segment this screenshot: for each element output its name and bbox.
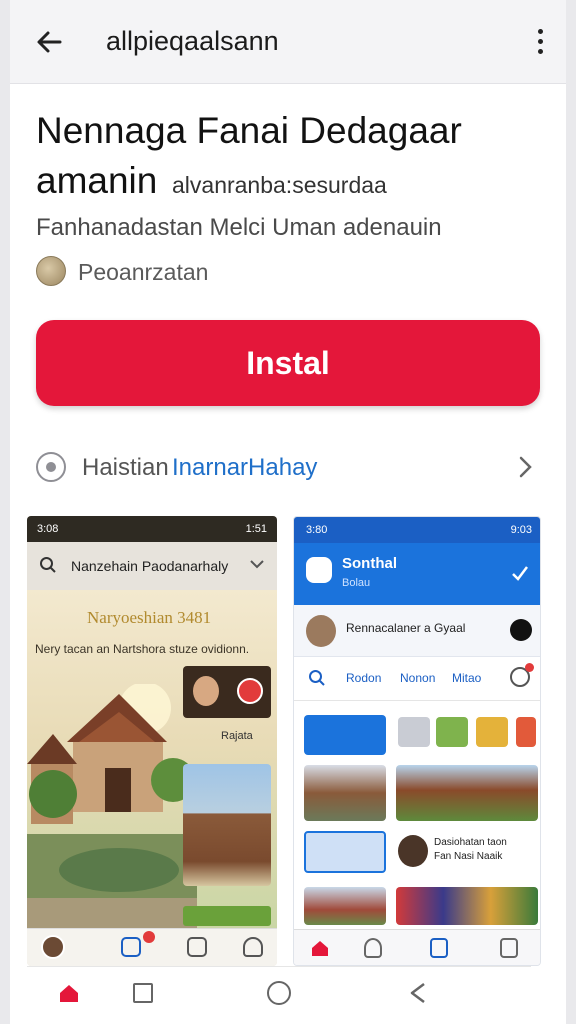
status-time: 3:80 [306,524,328,536]
tab-3: Mitao [452,671,482,685]
app-name-suffix: alvanranba:sesurdaa [172,172,387,198]
status-right: 9:03 [510,524,532,536]
tile-gray [398,717,430,747]
action-icon [510,619,532,641]
item-text-2: Fan Nasi Naaik [434,851,503,862]
photo-tag: Rajata [221,730,253,742]
bag-icon [187,937,207,957]
install-button[interactable]: Instal [36,320,540,406]
message-icon [510,663,534,687]
chevron-down-icon [250,560,264,569]
hero-subline: Nery tacan an Nartshora stuze ovidionn. [35,642,250,656]
check-icon [512,566,528,581]
profile-name: Rennacalaner a Gyaal [346,621,466,635]
photo-card-building [183,764,271,886]
avatar [306,615,336,647]
top-bar-title: allpieqaalsann [106,26,279,56]
tile-blue-2 [304,831,386,873]
bell-icon [243,937,263,957]
bottom-nav [294,929,540,965]
search-icon [40,557,56,573]
top-app-bar: allpieqaalsann [10,0,566,84]
photo-crowd [396,887,538,925]
back-arrow-icon[interactable] [32,24,68,60]
avatar [398,835,428,867]
photo-building-3 [304,887,386,925]
phone-icon [430,938,448,958]
home-icon[interactable] [57,981,81,1005]
grid-icon [121,937,141,957]
app-header: Sonthal Bolau [294,543,540,605]
radio-icon [36,452,66,482]
photo-building-1 [304,765,386,821]
chevron-right-icon [519,456,532,478]
photo-building-2 [396,765,538,821]
photo-card-green [183,906,271,926]
item-text-1: Dasiohatan taon [434,837,507,848]
tab-2: Nonon [400,671,436,685]
link-row-prefix: Haistian [82,454,169,481]
back-icon[interactable] [407,981,429,1005]
search-text: Nanzehain Paodanarhaly [71,558,229,574]
avatar [41,935,65,959]
recent-apps-icon[interactable] [133,983,153,1003]
status-time: 3:08 [37,523,59,535]
header-title: Sonthal [342,555,397,572]
hero-headline: Naryoeshian 3481 [87,608,212,627]
app-screenshot-1[interactable]: 3:08 1:51 Nanzehain Paodanarhaly Naryoes… [27,516,277,966]
status-right: 1:51 [245,523,267,535]
publisher-avatar-icon [36,256,66,286]
notification-dot [143,931,155,943]
logo-icon [306,557,332,583]
search-bar: Nanzehain Paodanarhaly [27,542,277,590]
app-name-line1: Nennaga Fanai Dedagaar [36,110,462,151]
profile-row: Rennacalaner a Gyaal [294,605,540,657]
system-navigation-bar [27,966,531,1018]
app-screenshot-2[interactable]: 3:80 9:03 Sonthal Bolau Rennacalaner a G… [293,516,541,966]
status-bar: 3:08 1:51 [27,516,277,542]
tile-blue [304,715,386,755]
bottom-nav [27,928,277,966]
app-detail-page: allpieqaalsann Nennaga Fanai Dedagaar am… [10,0,566,1024]
tile-yellow [476,717,508,747]
status-bar: 3:80 9:03 [294,517,540,543]
link-row[interactable]: Haistian InarnarHahay [36,446,540,488]
profile-icon [364,938,382,958]
app-name-line2: amanin [36,160,158,201]
developer-name[interactable]: Fanhanadastan Melci Uman adenauin [36,214,442,242]
overflow-menu-icon[interactable] [530,24,550,60]
tile-red [516,717,536,747]
tab-1: Rodon [346,671,382,685]
home-circle-icon[interactable] [267,981,291,1005]
link-row-link[interactable]: InarnarHahay [172,454,317,482]
header-subtitle: Bolau [342,577,371,589]
temple-illustration [27,684,197,934]
tab-row: Rodon Nonon Mitao [294,657,540,701]
tile-green [436,717,468,747]
publisher-name: Peoanrzatan [78,259,209,285]
home-icon [312,941,328,956]
photo-card [183,666,271,718]
list-icon [500,938,518,958]
search-icon [309,670,325,686]
